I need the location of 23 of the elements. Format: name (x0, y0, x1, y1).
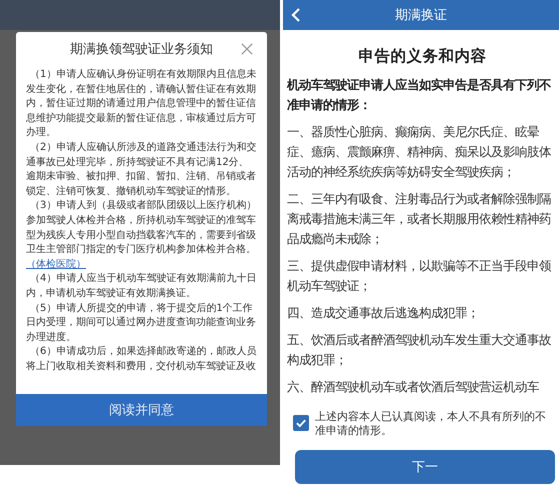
notice-paragraph: （5）申请人所提交的申请，将于提交后的1个工作日内受理，期间可以通过网办进度查询功能查询业务办理进度。 (26, 302, 257, 345)
condition-item: 一、器质性心脏病、癫痫病、美尼尔氏症、眩晕症、癔病、震颤麻痹、精神病、痴呆以及影响肢体活动的神经系统疾病等妨碍安全驾驶疾病； (287, 123, 552, 181)
section-heading: 申告的义务和内容 (358, 46, 488, 67)
notice-paragraph: （4）申请人应当于机动车驾驶证有效期满前九十日内，申请机动车驾驶证有效期满换证。 (26, 272, 258, 301)
next-button[interactable]: 下一 (295, 450, 555, 484)
checkbox[interactable] (293, 415, 309, 431)
notice-paragraph: （3）申请人到（县级或者部队团级以上医疗机构）参加驾驶人体检并合格，所持机动车驾驶证的准驾车型为残疾人专用小型自动挡载客汽车的，需要到省级卫生主管部门指定的专门医疗机构参加体检并合格。 （体检医院） (26, 199, 258, 272)
condition-item: 二、三年内有吸食、注射毒品行为或者解除强制隔离戒毒措施未满三年，或者长期服用依赖性精神药品成瘾尚未戒除； (287, 190, 552, 248)
intro-text: 机动车驾驶证申请人应当如实申告是否具有下列不准申请的情形： (287, 76, 552, 114)
notice-paragraph: （6）申请成功后，如果选择邮政寄递的，邮政人员将上门收取相关资料和费用，交付机动车驾驶证及收 (26, 345, 258, 374)
page-title: 期满换证 (395, 7, 447, 24)
condition-item: 四、造成交通事故后逃逸构成犯罪； (287, 304, 480, 322)
agree-button[interactable]: 阅读并同意 (16, 394, 267, 426)
condition-item: 五、饮酒后或者醉酒驾驶机动车发生重大交通事故构成犯罪； (287, 331, 552, 369)
close-icon[interactable] (241, 43, 253, 55)
agreement-text: 上述内容本人已认真阅读，本人不具有所列的不准申请的情形。 (315, 410, 547, 438)
notice-paragraph: （1）申请人应确认身份证明在有效期限内且信息未发生变化，在暂住地居住的，请确认暂住证在有效期内，暂住证过期的请通过用户信息管理中的暂住证信息维护功能提交最新的暂住证信息，审核通过后方可办理。 (26, 68, 258, 140)
dialog-title: 期满换领驾驶证业务须知 (70, 41, 213, 58)
condition-item: 三、提供虚假申请材料，以欺骗等不正当手段申领机动车驾驶证； (287, 257, 552, 295)
notice-paragraph: （2）申请人应确认所涉及的道路交通违法行为和交通事故已处理完毕，所持驾驶证不具有记满12分、逾期未审验、被扣押、扣留、暂扣、注销、吊销或者锁定、注销可恢复、撤销机动车驾驶证的情形。 (26, 140, 258, 199)
hospital-link[interactable]: （体检医院） (26, 258, 86, 270)
back-icon[interactable] (291, 7, 301, 23)
condition-item: 六、醉酒驾驶机动车或者饮酒后驾驶营运机动车 (287, 378, 540, 396)
